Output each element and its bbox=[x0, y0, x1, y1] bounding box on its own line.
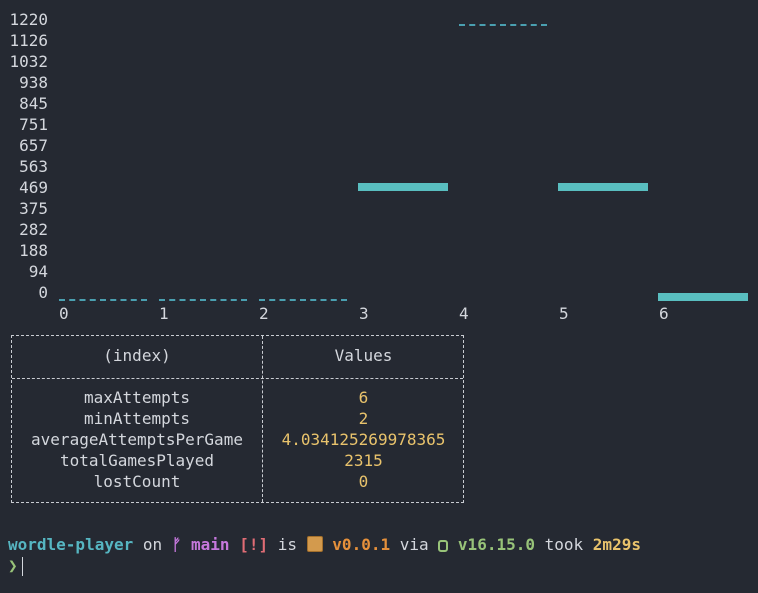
prompt-on-text: on bbox=[142, 535, 163, 554]
x-axis-tick-label: 1 bbox=[159, 304, 169, 323]
prompt-duration: 2m29s bbox=[592, 535, 641, 554]
y-axis-tick-label: 469 bbox=[19, 178, 48, 197]
table-row-index: totalGamesPlayed bbox=[59, 451, 215, 470]
input-line[interactable]: ❯ bbox=[8, 555, 23, 576]
table-row-index: minAttempts bbox=[84, 409, 190, 428]
prompt-node-version: v16.15.0 bbox=[457, 535, 535, 554]
prompt-directory: wordle-player bbox=[8, 535, 134, 554]
chart-bar-dashed bbox=[459, 24, 547, 26]
prompt-symbol: ❯ bbox=[8, 556, 18, 575]
table-row-index: averageAttemptsPerGame bbox=[31, 430, 243, 449]
y-axis-tick-label: 375 bbox=[19, 199, 48, 218]
prompt-package-version: v0.0.1 bbox=[332, 535, 391, 554]
console-table: (index) Values maxAttempts 6 minAttempts… bbox=[11, 335, 464, 503]
y-axis-tick-label: 845 bbox=[19, 94, 48, 113]
y-axis-tick-label: 0 bbox=[38, 283, 48, 302]
git-branch-icon: ᚠ bbox=[171, 535, 182, 554]
y-axis-tick-label: 563 bbox=[19, 157, 48, 176]
table-row-value: 4.034125269978365 bbox=[281, 430, 446, 449]
prompt-via-text: via bbox=[399, 535, 429, 554]
y-axis-tick-label: 938 bbox=[19, 73, 48, 92]
header-divider bbox=[12, 378, 463, 379]
chart-bar bbox=[558, 183, 648, 191]
chart-bar-dashed bbox=[59, 299, 147, 301]
table-row-value: 2 bbox=[358, 409, 369, 428]
y-axis-tick-label: 657 bbox=[19, 136, 48, 155]
shell-prompt: wordle-player on ᚠ main [!] is v0.0.1 vi… bbox=[8, 534, 641, 555]
x-axis-tick-label: 0 bbox=[59, 304, 69, 323]
y-axis-tick-label: 94 bbox=[28, 262, 48, 281]
prompt-git-status: [!] bbox=[239, 535, 269, 554]
nodejs-icon bbox=[438, 540, 449, 552]
chart-bar-dashed bbox=[259, 299, 347, 301]
y-axis-tick-label: 1126 bbox=[9, 31, 48, 50]
table-row-index: maxAttempts bbox=[84, 388, 190, 407]
package-icon bbox=[306, 536, 323, 552]
table-header-index: (index) bbox=[103, 346, 171, 365]
prompt-is-text: is bbox=[277, 535, 298, 554]
x-axis-tick-label: 4 bbox=[459, 304, 469, 323]
text-cursor[interactable] bbox=[21, 557, 23, 576]
y-axis-tick-label: 1220 bbox=[9, 10, 48, 29]
table-row-value: 2315 bbox=[344, 451, 383, 470]
prompt-took-text: took bbox=[544, 535, 584, 554]
y-axis-tick-label: 282 bbox=[19, 220, 48, 239]
table-row-value: 0 bbox=[358, 472, 369, 491]
y-axis-tick-label: 188 bbox=[19, 241, 48, 260]
chart-bar-dashed bbox=[159, 299, 247, 301]
y-axis-tick-label: 751 bbox=[19, 115, 48, 134]
table-row-value: 6 bbox=[358, 388, 369, 407]
terminal-window: 1220 1126 1032 938 845 751 657 563 469 375 282 188 9… bbox=[0, 0, 758, 593]
x-axis-tick-label: 5 bbox=[559, 304, 569, 323]
table-header-values: Values bbox=[334, 346, 393, 365]
y-axis-tick-label: 1032 bbox=[9, 52, 48, 71]
ascii-bar-chart: 1220 1126 1032 938 845 751 657 563 469 375 282 188 9… bbox=[0, 0, 758, 330]
chart-bar bbox=[658, 293, 748, 301]
table-row-index: lostCount bbox=[93, 472, 181, 491]
x-axis-tick-label: 2 bbox=[259, 304, 269, 323]
chart-bar bbox=[358, 183, 448, 191]
x-axis-tick-label: 6 bbox=[659, 304, 669, 323]
x-axis-tick-label: 3 bbox=[359, 304, 369, 323]
prompt-branch: main bbox=[191, 535, 230, 554]
